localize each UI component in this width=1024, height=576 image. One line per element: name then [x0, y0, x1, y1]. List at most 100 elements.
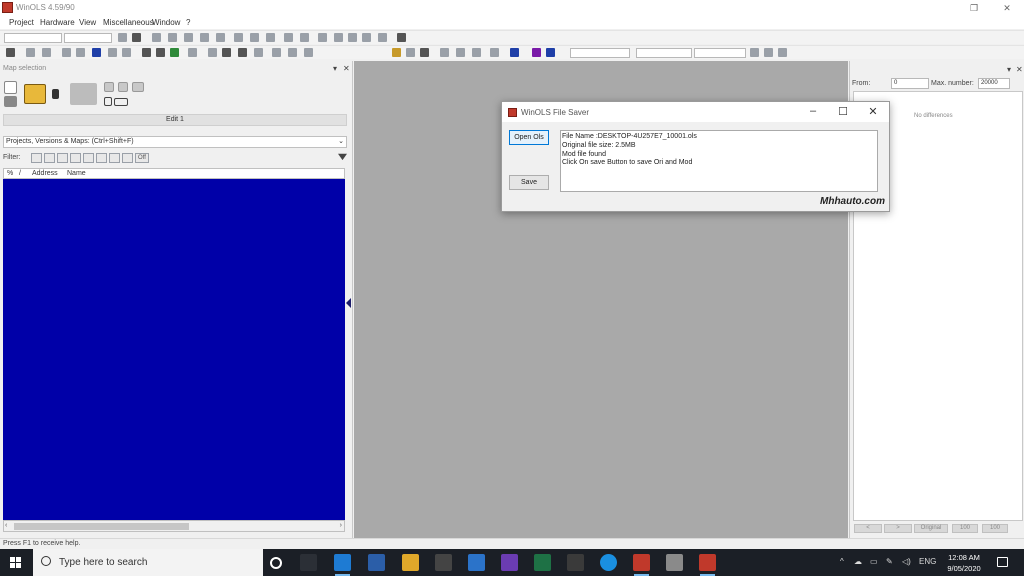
window-split-1-icon[interactable] — [104, 97, 112, 106]
stop-icon[interactable] — [4, 96, 17, 107]
toolbar-rel-icon[interactable] — [348, 33, 357, 42]
toolbar-right-icon[interactable] — [254, 48, 263, 57]
toolbar-user-icon[interactable] — [6, 48, 15, 57]
percent-button-2[interactable]: 100 — [982, 524, 1008, 533]
toolbar-align-icon[interactable] — [152, 33, 161, 42]
original-button[interactable]: Original — [914, 524, 948, 533]
projects-selector[interactable]: Projects, Versions & Maps: (Ctrl+Shift+F… — [3, 136, 347, 148]
toolbar-bytes-icon[interactable] — [250, 33, 259, 42]
column-address[interactable]: Address — [32, 170, 58, 177]
visual-studio-icon[interactable] — [501, 554, 518, 571]
menu-help[interactable]: ? — [186, 18, 190, 27]
menu-window[interactable]: Window — [152, 18, 180, 27]
toolbar-search-icon[interactable] — [156, 48, 165, 57]
toolbar-hardware-icon[interactable] — [406, 48, 415, 57]
excel-icon[interactable] — [534, 554, 551, 571]
toolbar-map-icon[interactable] — [92, 48, 101, 57]
toolbar-check-icon[interactable] — [170, 48, 179, 57]
filter-1-icon[interactable] — [31, 153, 42, 163]
toolbar-color-icon[interactable] — [532, 48, 541, 57]
toolbar-tools-icon[interactable] — [188, 48, 197, 57]
pen-icon[interactable]: ✎ — [886, 557, 893, 566]
taskbar-search-box[interactable]: Type here to search — [33, 549, 263, 576]
notification-icon[interactable] — [997, 557, 1008, 567]
music-note-icon[interactable] — [4, 81, 17, 94]
toolbar-window-2-icon[interactable] — [288, 48, 297, 57]
edit-bar[interactable]: Edit 1 — [3, 114, 347, 126]
toolbar-tune-3-icon[interactable] — [472, 48, 481, 57]
toolbar-step-left-icon[interactable] — [750, 48, 759, 57]
menu-hardware[interactable]: Hardware — [40, 18, 75, 27]
max-number-input[interactable]: 20000 — [978, 78, 1010, 89]
toolbar-key-icon[interactable] — [392, 48, 401, 57]
percent-button-1[interactable]: 100 — [952, 524, 978, 533]
restore-button[interactable]: ❐ — [968, 2, 980, 14]
filter-off-button[interactable]: Off — [135, 153, 149, 163]
toolbar-left-icon[interactable] — [208, 48, 217, 57]
small-tool-3-icon[interactable] — [132, 82, 144, 92]
panel-collapse-icon[interactable] — [346, 298, 351, 308]
toolbar-table-icon[interactable] — [216, 33, 225, 42]
language-indicator[interactable]: ENG — [919, 557, 936, 566]
toolbar-words-icon[interactable] — [266, 33, 275, 42]
toolbar-flag-icon[interactable] — [42, 48, 51, 57]
panel-close-icon[interactable]: ✕ — [343, 64, 350, 73]
map-list[interactable] — [3, 179, 345, 520]
scroll-left-icon[interactable]: ‹ — [5, 522, 7, 529]
panel-close-icon[interactable]: ✕ — [1016, 65, 1023, 74]
notes-icon[interactable] — [435, 554, 452, 571]
prev-difference-button[interactable]: < — [854, 524, 882, 533]
save-button[interactable]: Save — [509, 175, 549, 190]
column-percent[interactable]: % — [7, 170, 13, 177]
toolbar-tune-1-icon[interactable] — [440, 48, 449, 57]
filter-8-icon[interactable] — [122, 153, 133, 163]
toolbar-swap-icon[interactable] — [300, 33, 309, 42]
filter-3-icon[interactable] — [57, 153, 68, 163]
toolbar-filter-icon[interactable] — [26, 48, 35, 57]
scroll-thumb[interactable] — [14, 523, 189, 530]
volume-icon[interactable]: ◁) — [902, 557, 911, 566]
toolbar-dec-mode-icon[interactable] — [546, 48, 555, 57]
panel-pin-icon[interactable]: ▾ — [333, 64, 337, 73]
column-slash[interactable]: / — [19, 170, 21, 177]
skype-icon[interactable] — [600, 554, 617, 571]
toolbar-prev-icon[interactable] — [76, 48, 85, 57]
edge-icon[interactable] — [334, 554, 351, 576]
cloud-icon[interactable]: ☁ — [854, 557, 862, 566]
up-arrow-icon[interactable]: ^ — [840, 557, 844, 566]
toolbar-tune-2-icon[interactable] — [456, 48, 465, 57]
toolbar-spin-field-5[interactable] — [694, 48, 746, 58]
calculator-icon[interactable] — [567, 554, 584, 571]
toolbar-compare-icon[interactable] — [238, 48, 247, 57]
taskbar-clock[interactable]: 12:08 AM 9/05/2020 — [940, 552, 988, 574]
menu-project[interactable]: Project — [9, 18, 34, 27]
dialog-close-button[interactable]: ✕ — [866, 105, 880, 118]
dialog-maximize-button[interactable]: ☐ — [836, 105, 850, 118]
filter-7-icon[interactable] — [109, 153, 120, 163]
dialog-minimize-button[interactable]: – — [806, 105, 820, 117]
toolbar-block-icon[interactable] — [397, 33, 406, 42]
hardware-icon[interactable] — [70, 83, 97, 105]
close-button[interactable]: ✕ — [1001, 2, 1013, 14]
panel-pin-icon[interactable]: ▾ — [1007, 65, 1011, 74]
horizontal-scrollbar[interactable]: ‹ › — [3, 520, 345, 532]
window-split-2-icon[interactable] — [114, 98, 128, 106]
toolbar-hex-icon[interactable] — [132, 33, 141, 42]
toolbar-spin-field-2[interactable] — [64, 33, 112, 43]
toolbar-rows-icon[interactable] — [184, 33, 193, 42]
toolbar-spin-field-4[interactable] — [636, 48, 692, 58]
toolbar-group-icon[interactable] — [222, 48, 231, 57]
toolbar-view-icon[interactable] — [118, 33, 127, 42]
mail-icon[interactable] — [468, 554, 485, 571]
toolbar-percent-icon[interactable] — [318, 33, 327, 42]
chevron-down-icon[interactable]: ⌄ — [338, 137, 344, 147]
small-tool-2-icon[interactable] — [118, 82, 128, 92]
toolbar-list-icon[interactable] — [142, 48, 151, 57]
toolbar-window-3-icon[interactable] — [304, 48, 313, 57]
cortana-icon[interactable] — [270, 557, 282, 569]
folder-dropdown-icon[interactable] — [52, 89, 59, 99]
filter-5-icon[interactable] — [83, 153, 94, 163]
toolbar-plusminus-icon[interactable] — [284, 33, 293, 42]
store-icon[interactable] — [368, 554, 385, 571]
toolbar-window-1-icon[interactable] — [272, 48, 281, 57]
